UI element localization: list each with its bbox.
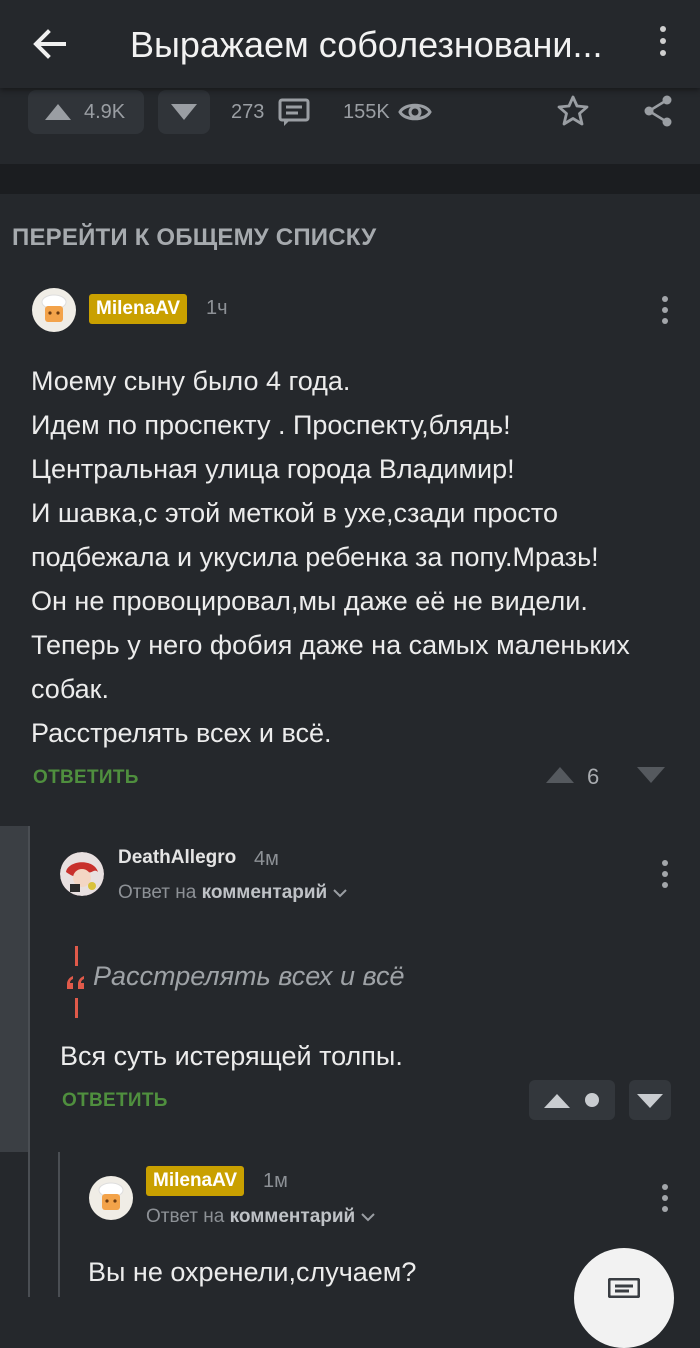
thread-line — [28, 826, 30, 1297]
eye-icon — [398, 103, 432, 121]
comment-body: Вы не охренели,случаем? — [88, 1257, 417, 1287]
views-count: 155K — [343, 101, 390, 123]
comment-list-icon — [608, 1278, 640, 1298]
rating-dot — [585, 1093, 599, 1107]
downvote-button[interactable] — [629, 1080, 671, 1120]
reply-button[interactable]: ОТВЕТИТЬ — [33, 767, 139, 789]
comment-line: И шавка,с этой меткой в ухе,сзади просто — [31, 498, 558, 528]
share-icon[interactable] — [642, 94, 674, 128]
reply-to-line[interactable]: Ответ на комментарий — [118, 882, 347, 904]
arrow-down-icon[interactable] — [636, 766, 666, 784]
reply-to-target[interactable]: комментарий — [230, 1206, 356, 1227]
app-bar: Выражаем соболезновани... — [0, 0, 700, 88]
reply-to-prefix: Ответ на — [118, 882, 197, 903]
chevron-down-icon[interactable] — [360, 1212, 375, 1222]
more-vertical-icon[interactable] — [659, 860, 671, 890]
arrow-down-icon — [171, 104, 197, 120]
arrow-up-icon[interactable] — [545, 766, 575, 784]
star-icon[interactable] — [556, 94, 590, 128]
avatar[interactable] — [89, 1176, 133, 1220]
comments-fab-button[interactable] — [574, 1248, 674, 1348]
comment-icon[interactable] — [278, 98, 310, 128]
arrow-up-icon — [544, 1094, 570, 1108]
comment-time: 4м — [254, 848, 279, 870]
arrow-up-icon — [45, 104, 71, 120]
comment-line: Идем по проспекту . Проспекту,блядь! — [31, 410, 511, 440]
comment-line: Он не провоцировал,мы даже её не видели. — [31, 586, 588, 616]
comment-body: Моему сыну было 4 года. Идем по проспект… — [31, 359, 681, 755]
thread-line — [58, 1152, 60, 1297]
comments-count: 273 — [231, 101, 265, 123]
thread-collapse-bar[interactable] — [0, 826, 28, 1152]
comment-line: Теперь у него фобия даже на самых малень… — [31, 630, 630, 660]
comment-line: Центральная улица города Владимир! — [31, 454, 515, 484]
reply-to-line[interactable]: Ответ на комментарий — [146, 1206, 375, 1228]
comment-line: подбежала и укусила ребенка за попу.Мраз… — [31, 542, 599, 572]
quote-mark-icon — [67, 946, 84, 1018]
upvote-button[interactable] — [529, 1080, 615, 1120]
reply-button[interactable]: ОТВЕТИТЬ — [62, 1090, 168, 1112]
author-name[interactable]: MilenaAV — [89, 294, 188, 324]
comment-rating: 6 — [587, 764, 600, 789]
reply-to-prefix: Ответ на — [146, 1206, 225, 1227]
section-divider — [0, 164, 700, 194]
quote-text: Расстрелять всех и всё — [93, 961, 405, 991]
more-vertical-icon[interactable] — [648, 26, 678, 62]
rating-count: 4.9K — [84, 101, 126, 123]
avatar[interactable] — [32, 288, 76, 332]
post-stats-bar: 4.9K 273 155K — [0, 88, 700, 164]
arrow-left-icon[interactable] — [28, 22, 72, 66]
go-to-list-link[interactable]: ПЕРЕЙТИ К ОБЩЕМУ СПИСКУ — [12, 224, 376, 252]
comment-line: собак. — [31, 674, 109, 704]
more-vertical-icon[interactable] — [659, 296, 671, 326]
more-vertical-icon[interactable] — [659, 1184, 671, 1214]
arrow-down-icon — [637, 1094, 663, 1108]
upvote-button[interactable]: 4.9K — [28, 90, 144, 134]
comment-body: Вся суть истерящей толпы. — [60, 1041, 403, 1071]
comment-line: Моему сыну было 4 года. — [31, 366, 351, 396]
downvote-button[interactable] — [158, 90, 210, 134]
author-name[interactable]: DeathAllegro — [118, 847, 236, 869]
comment-line: Расстрелять всех и всё. — [31, 718, 332, 748]
comment-time: 1ч — [206, 297, 228, 319]
reply-to-target[interactable]: комментарий — [202, 882, 328, 903]
comment-time: 1м — [263, 1170, 288, 1192]
chevron-down-icon[interactable] — [332, 888, 347, 898]
page-title: Выражаем соболезновани... — [130, 24, 603, 65]
avatar[interactable] — [60, 852, 104, 896]
author-name[interactable]: MilenaAV — [146, 1166, 245, 1196]
